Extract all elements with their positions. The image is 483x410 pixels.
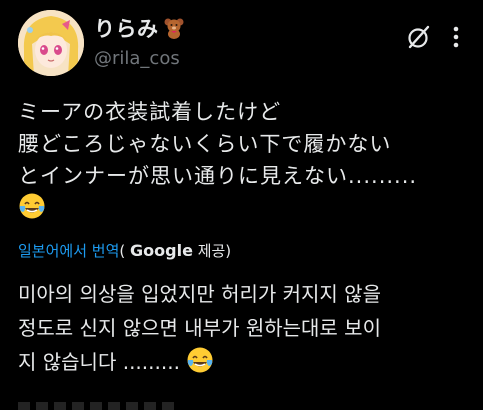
avatar[interactable] (18, 10, 84, 76)
face-with-tears-of-joy-icon (18, 192, 46, 220)
more-vertical-icon[interactable] (444, 24, 468, 50)
translation-attribution: 일본어에서 번역( Google 제공) (18, 240, 231, 261)
translate-link[interactable]: 일본어에서 번역 (18, 242, 119, 260)
tweet-text-line: 腰どころじゃないくらい下で履かない (18, 132, 392, 156)
tweet-header: りらみ @rila_cos (18, 10, 468, 80)
display-name[interactable]: りらみ (94, 13, 159, 43)
translation-provider-suffix: 제공) (192, 242, 232, 260)
translation-paren-open: ( (119, 242, 126, 260)
name-row: りらみ (94, 14, 185, 42)
face-with-tears-of-joy-icon (186, 346, 214, 374)
tweet-text-line: とインナーが思い通りに見えない......... (18, 164, 418, 188)
next-content-peek (18, 402, 178, 410)
tweet-text: ミーアの衣装試着したけど 腰どころじゃないくらい下で履かない とインナーが思い通… (18, 96, 468, 224)
translated-text-last-line: 지 않습니다 ......... (18, 345, 473, 379)
user-handle[interactable]: @rila_cos (94, 48, 180, 69)
tweet-emoji-line (18, 192, 468, 224)
translated-text-line: 정도로 신지 않으면 내부가 원하는대로 보이 (18, 316, 381, 340)
grok-icon[interactable] (406, 24, 432, 50)
bear-emoji-icon (163, 17, 185, 39)
tweet-text-line: ミーアの衣装試着したけど (18, 100, 282, 124)
translated-text-line: 미아의 의상을 입었지만 허리가 커지지 않을 (18, 282, 381, 306)
translation-provider: Google (130, 241, 193, 260)
translated-text: 미아의 의상을 입었지만 허리가 커지지 않을 정도로 신지 않으면 내부가 원… (18, 277, 473, 379)
translated-text-line: 지 않습니다 ......... (18, 350, 187, 374)
